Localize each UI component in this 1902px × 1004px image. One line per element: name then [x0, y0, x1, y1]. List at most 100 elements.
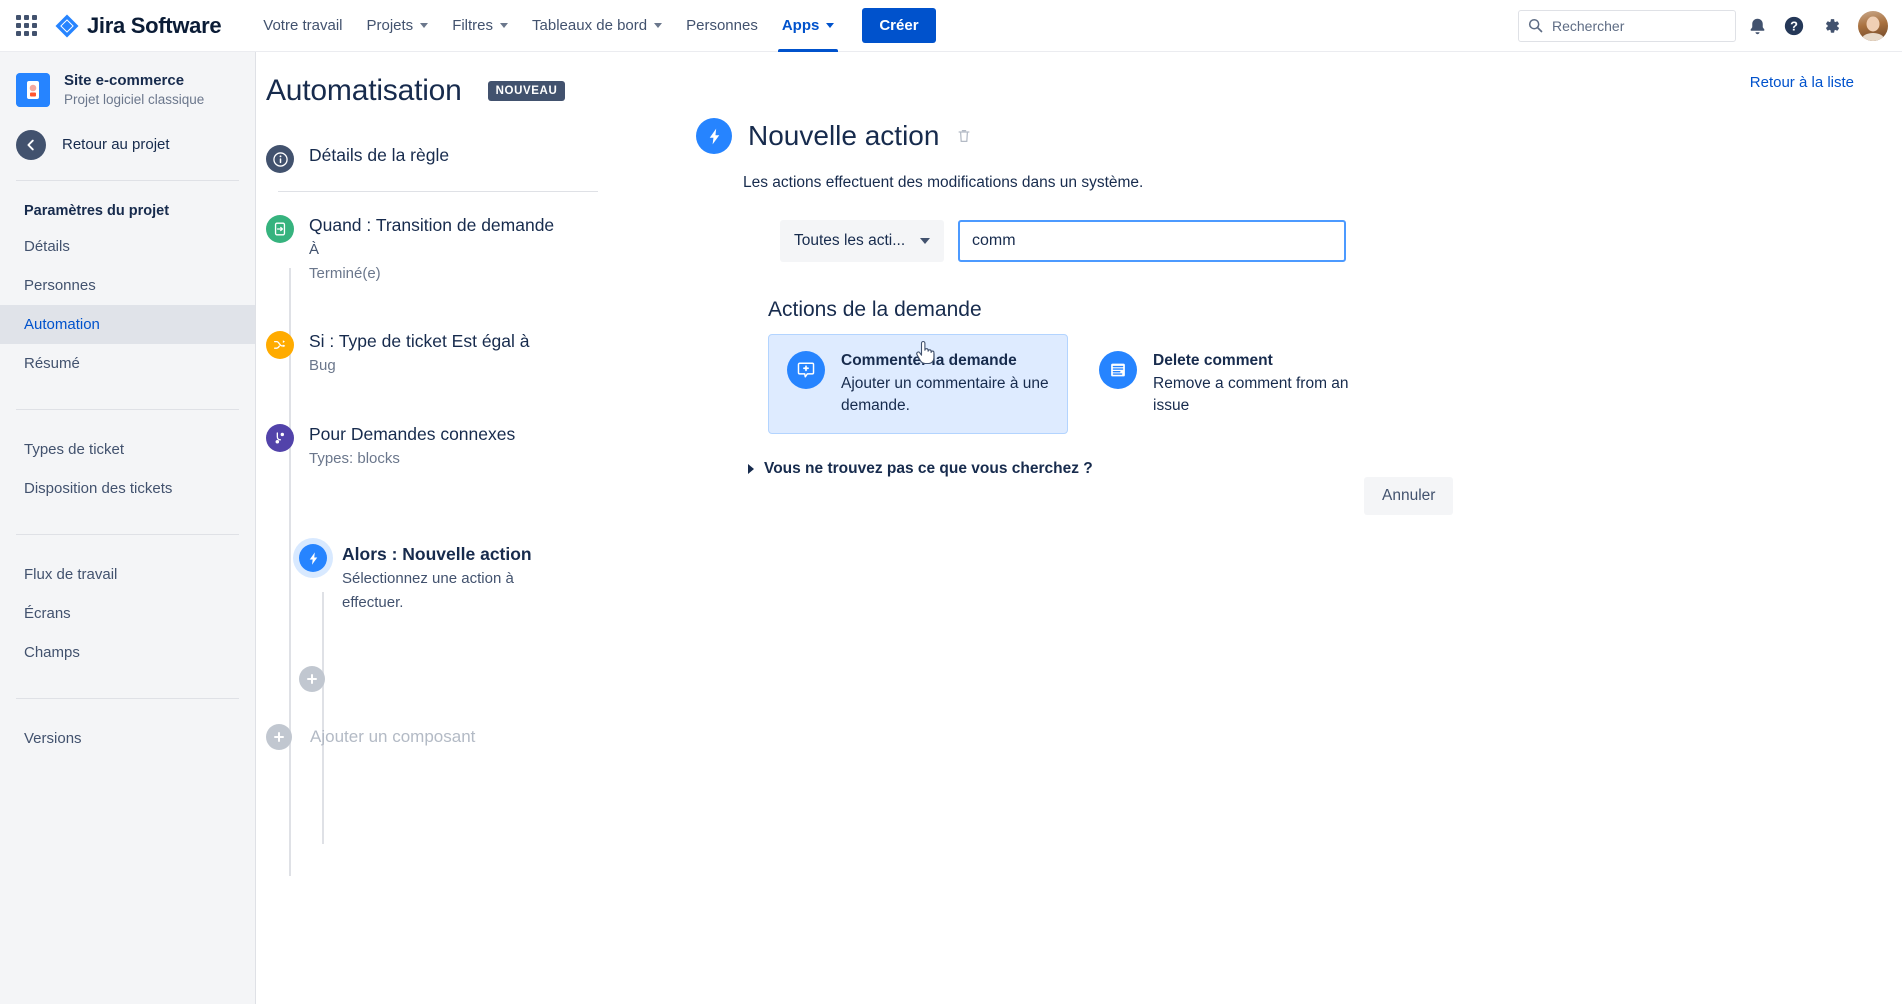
nav-label: Votre travail [263, 17, 343, 34]
nav-item-filtres[interactable]: Filtres [440, 0, 520, 52]
action-card-commenter-la-demande[interactable]: Commenter la demande Ajouter un commenta… [768, 334, 1068, 435]
chevron-down-icon [826, 23, 835, 28]
chevron-down-icon [920, 238, 930, 244]
sidebar-divider [16, 533, 239, 535]
branch-icon [266, 423, 294, 452]
add-component-root-row[interactable]: Ajouter un composant [266, 723, 696, 750]
rule-node-title: Alors : Nouvelle action [342, 544, 532, 565]
action-detail-panel: Retour à la liste Nouvelle action Les ac… [696, 52, 1902, 1004]
settings-button[interactable] [1815, 10, 1847, 42]
notifications-button[interactable] [1741, 10, 1773, 42]
rule-node-sub1: À [309, 240, 320, 258]
search-icon [1528, 18, 1543, 33]
nav-item-projets[interactable]: Projets [355, 0, 441, 52]
action-bolt-icon [299, 544, 327, 573]
page-title: Automatisation [266, 74, 462, 107]
project-card[interactable]: Site e-commerce Projet logiciel classiqu… [0, 52, 255, 121]
rule-node-branch[interactable]: Pour Demandes connexes Types: blocks [266, 423, 696, 482]
rule-node-condition[interactable]: Si : Type de ticket Est égal à Bug [266, 330, 696, 399]
rule-tree: Détails de la règle Quand : Transition d… [256, 144, 696, 876]
action-card-delete-comment[interactable]: Delete comment Remove a comment from an … [1080, 334, 1380, 434]
chevron-right-icon [748, 464, 754, 475]
rule-tree-divider [278, 191, 598, 192]
comment-delete-icon [1099, 351, 1137, 389]
sidebar-item-personnes[interactable]: Personnes [0, 266, 255, 305]
plus-icon[interactable] [266, 723, 292, 750]
rule-node-sub1: Bug [309, 357, 336, 374]
sidebar-item-ecrans[interactable]: Écrans [0, 594, 255, 633]
page-title: Nouvelle action [748, 120, 940, 151]
sidebar-item-flux-de-travail[interactable]: Flux de travail [0, 555, 255, 594]
project-type: Projet logiciel classique [64, 91, 205, 107]
rule-node-sub1: Sélectionnez une action à [342, 570, 514, 587]
rule-node-sub2: Terminé(e) [309, 264, 381, 282]
sidebar-item-details[interactable]: Détails [0, 227, 255, 266]
action-category-select[interactable]: Toutes les acti... [780, 220, 944, 262]
rule-node-sub2: effectuer. [342, 593, 404, 611]
back-to-list-link[interactable]: Retour à la liste [1750, 74, 1854, 91]
nav-item-apps[interactable]: Apps [770, 0, 847, 52]
sidebar-item-champs[interactable]: Champs [0, 633, 255, 672]
brand-name: Jira Software [87, 12, 222, 38]
rule-node-new-action[interactable]: Alors : Nouvelle action Sélectionnez une… [299, 543, 696, 635]
sidebar-item-types-de-ticket[interactable]: Types de ticket [0, 430, 255, 469]
chevron-down-icon [654, 23, 663, 28]
rule-node-title: Si : Type de ticket Est égal à [309, 331, 530, 352]
sidebar-divider [16, 179, 239, 181]
sidebar-group-4: Versions [0, 703, 255, 766]
sidebar-item-versions[interactable]: Versions [0, 719, 255, 758]
rule-node-title: Détails de la règle [309, 145, 450, 165]
rule-node-trigger[interactable]: Quand : Transition de demande À Terminé(… [266, 214, 696, 306]
comment-add-icon [787, 351, 825, 389]
avatar[interactable] [1858, 11, 1888, 41]
add-component-label: Ajouter un composant [310, 726, 476, 746]
nav-item-votre-travail[interactable]: Votre travail [251, 0, 354, 52]
delete-action-button[interactable] [955, 127, 973, 145]
rule-node-title: Quand : Transition de demande [309, 215, 555, 235]
sidebar-heading-project-settings: Paramètres du projet [24, 202, 170, 219]
action-card-description: Remove a comment from an issue [1153, 375, 1349, 415]
sidebar-divider [16, 697, 239, 699]
action-header: Nouvelle action [696, 52, 1902, 154]
plus-icon[interactable] [299, 665, 325, 692]
sidebar-item-resume[interactable]: Résumé [0, 344, 255, 383]
global-search[interactable] [1518, 10, 1736, 42]
nav-label: Tableaux de bord [532, 17, 648, 34]
cancel-button[interactable]: Annuler [1364, 477, 1454, 515]
nav-label: Filtres [452, 17, 494, 34]
nav-label: Projets [366, 17, 414, 34]
rule-node-sub1: Types: blocks [309, 449, 400, 467]
nav-label: Personnes [686, 17, 758, 34]
top-navigation-bar: Jira Software Votre travail Projets Filt… [0, 0, 1902, 52]
svg-text:?: ? [1790, 19, 1798, 34]
sidebar-item-disposition-des-tickets[interactable]: Disposition des tickets [0, 469, 255, 508]
action-bolt-icon [696, 118, 732, 154]
main-nav-links: Votre travail Projets Filtres Tableaux d… [251, 0, 936, 52]
help-button[interactable]: ? [1778, 10, 1810, 42]
jira-brand-link[interactable]: Jira Software [54, 12, 222, 39]
action-results-list: Commenter la demande Ajouter un commenta… [768, 334, 1902, 435]
info-icon [266, 145, 294, 173]
action-search-input[interactable] [958, 220, 1346, 262]
action-category-value: Toutes les acti... [794, 232, 906, 249]
rule-node-details[interactable]: Détails de la règle [266, 144, 696, 173]
nav-item-tableaux-de-bord[interactable]: Tableaux de bord [520, 0, 674, 52]
trigger-icon [266, 215, 294, 243]
back-to-project-link[interactable]: Retour au projet [0, 121, 255, 176]
nav-item-personnes[interactable]: Personnes [674, 0, 770, 52]
search-input[interactable] [1519, 18, 1735, 34]
rule-node-title: Pour Demandes connexes [309, 423, 516, 444]
project-avatar-icon [16, 73, 50, 108]
trash-icon [958, 129, 970, 143]
condition-icon [266, 331, 294, 360]
gear-icon [1826, 19, 1839, 33]
back-to-project-label: Retour au projet [62, 136, 170, 154]
create-button[interactable]: Créer [862, 8, 936, 43]
sidebar-item-automation[interactable]: Automation [0, 304, 255, 344]
page-header: Automatisation NOUVEAU [256, 52, 696, 108]
app-switcher-button[interactable] [10, 10, 42, 42]
cant-find-expander[interactable]: Vous ne trouvez pas ce que vous cherchez… [748, 460, 1902, 478]
action-card-title: Commenter la demande [841, 352, 1017, 369]
project-sidebar: Site e-commerce Projet logiciel classiqu… [0, 52, 256, 1004]
action-description: Les actions effectuent des modifications… [743, 174, 1144, 191]
